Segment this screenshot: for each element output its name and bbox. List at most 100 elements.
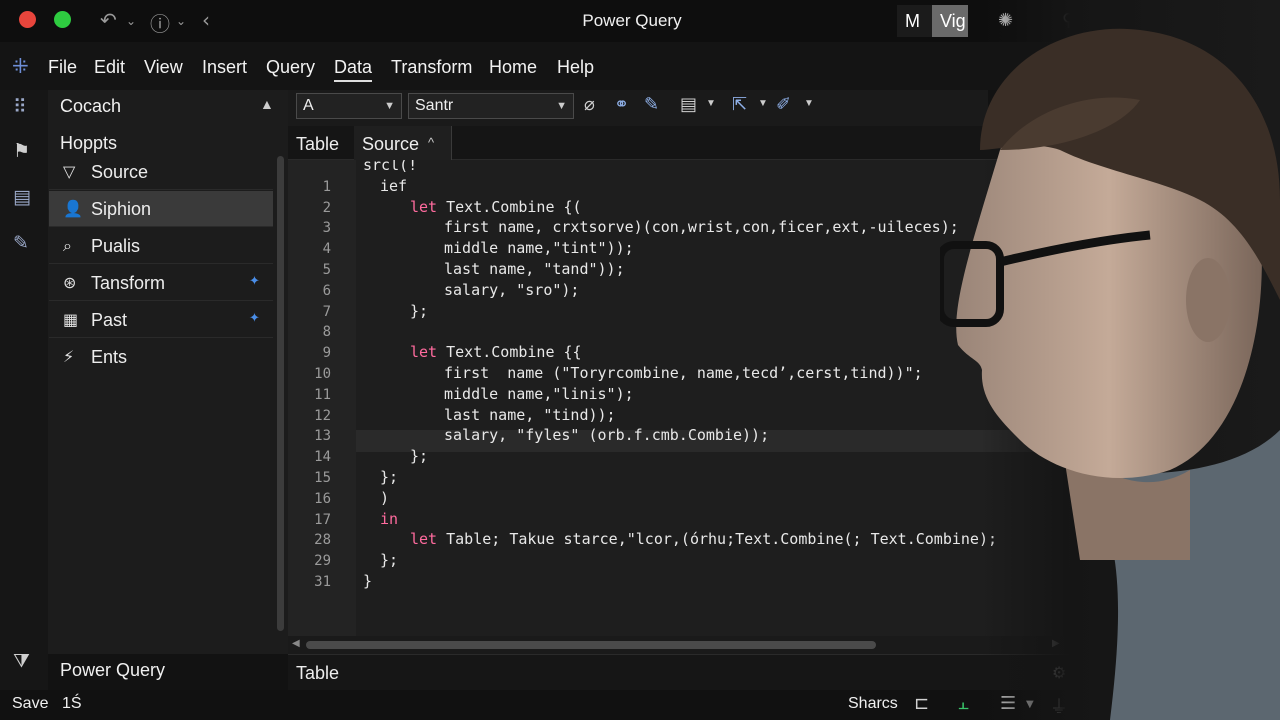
- code-keyword: in: [380, 509, 399, 528]
- line-number: 4: [322, 241, 331, 258]
- chevron-down-icon[interactable]: ▼: [706, 98, 716, 109]
- chevron-down-icon[interactable]: ▼: [804, 98, 814, 109]
- line-number: 10: [314, 366, 331, 382]
- code-text: };: [410, 301, 429, 320]
- flag-icon[interactable]: ⚑: [13, 140, 30, 162]
- line-number: 17: [314, 511, 331, 528]
- app-grid-icon[interactable]: ⁜: [12, 54, 29, 78]
- menu-transform[interactable]: Transform: [391, 57, 472, 78]
- menu-query[interactable]: Query: [266, 57, 315, 78]
- tab-table-results[interactable]: Table: [296, 663, 339, 684]
- mode-m-button[interactable]: M: [897, 5, 932, 37]
- layout-icon[interactable]: ▤: [13, 186, 31, 208]
- collapse-caret-icon[interactable]: ▲: [260, 96, 274, 112]
- list-item-tansform[interactable]: ⊛ Tansform ✦: [49, 265, 273, 301]
- code-text: first name ("Toryrcombine, name,tecd’,ce…: [444, 364, 923, 382]
- share-button[interactable]: Sharcs: [848, 695, 898, 713]
- scroll-left-icon[interactable]: ◀: [292, 638, 300, 649]
- tab-table[interactable]: Table: [288, 126, 352, 160]
- chevron-down-icon: ▼: [556, 100, 567, 112]
- code-line: };: [380, 468, 398, 486]
- line-number: 29: [314, 553, 331, 570]
- code-line: middle name,"tint"));: [444, 239, 634, 257]
- item-label: Past: [91, 310, 128, 330]
- item-label: Siphion: [91, 199, 152, 219]
- code-line: srcl(!: [363, 160, 417, 174]
- menu-home[interactable]: Home: [489, 57, 537, 78]
- font-select-value: A: [303, 97, 314, 114]
- menu-help[interactable]: Help: [557, 57, 594, 78]
- line-number: 28: [314, 532, 331, 549]
- menu-file[interactable]: File: [48, 57, 77, 78]
- code-line: };: [410, 447, 428, 465]
- scroll-thumb[interactable]: [306, 641, 876, 649]
- tab-collapse-icon[interactable]: ^: [428, 135, 434, 150]
- save-button[interactable]: Save: [12, 695, 48, 713]
- status-count: 1Ś: [62, 695, 82, 712]
- code-keyword: let: [410, 197, 438, 216]
- person-photo-overlay: [940, 0, 1280, 720]
- menu-insert[interactable]: Insert: [202, 57, 247, 78]
- code-line: salary, "sro");: [444, 281, 579, 299]
- line-number: 14: [314, 449, 331, 466]
- style-select[interactable]: Santr ▼: [408, 93, 574, 119]
- filter-icon: ▽: [63, 162, 76, 181]
- code-line: let Table; Takue starce,"lcor,(órhu;Text…: [410, 530, 997, 548]
- code-text: };: [410, 447, 429, 466]
- eraser-icon[interactable]: ⌀: [584, 94, 595, 115]
- code-text: srcl(!: [363, 160, 418, 174]
- code-line: ): [380, 489, 389, 507]
- menu-view[interactable]: View: [144, 57, 183, 78]
- pin-icon[interactable]: ✦: [249, 311, 260, 326]
- brush-icon[interactable]: ✎: [13, 232, 29, 254]
- transform-icon: ⊛: [63, 273, 77, 292]
- line-number: 2: [322, 199, 331, 216]
- item-label: Pualis: [91, 236, 141, 256]
- queries-panel: Cocach ▲ Hoppts ▽ Source 👤 Siphion ⌕ Pua…: [48, 90, 288, 680]
- panel-header: Cocach: [60, 96, 122, 116]
- pin-icon[interactable]: ✦: [249, 274, 260, 289]
- menu-data[interactable]: Data: [334, 57, 373, 82]
- code-line: last name, "tind));: [444, 406, 616, 424]
- document-icon[interactable]: ▤: [680, 94, 697, 115]
- person-illustration: [940, 0, 1280, 720]
- code-line: let Text.Combine {{: [410, 343, 582, 361]
- code-text: salary, "sro");: [444, 280, 580, 299]
- line-number: 5: [322, 262, 331, 278]
- panel-footer: Power Query: [60, 660, 166, 680]
- link-icon[interactable]: ⚭: [614, 94, 629, 115]
- style-select-value: Santr: [415, 97, 454, 114]
- line-number: 8: [322, 324, 331, 341]
- code-text: last name, "tand"));: [444, 260, 625, 278]
- line-number: 31: [314, 574, 331, 590]
- font-select[interactable]: A ▼: [296, 93, 402, 119]
- code-line: in: [380, 510, 398, 528]
- tab-source[interactable]: Source: [354, 126, 452, 160]
- code-line: first name, crxtsorve)(con,wrist,con,fic…: [444, 218, 959, 236]
- list-item-source[interactable]: ▽ Source: [49, 154, 273, 190]
- list-item-siphion[interactable]: 👤 Siphion: [49, 191, 273, 227]
- marker-icon[interactable]: ✐: [776, 94, 791, 115]
- item-label: Ents: [91, 347, 128, 367]
- menu-edit[interactable]: Edit: [94, 57, 125, 78]
- collapse-panel-icon[interactable]: ⧩: [13, 650, 30, 672]
- line-number: 16: [314, 490, 331, 507]
- code-line: first name ("Toryrcombine, name,tecd’,ce…: [444, 364, 923, 382]
- code-text: middle name,"linis");: [444, 384, 634, 403]
- code-text: ief: [380, 176, 408, 195]
- list-item-ents[interactable]: ⚡ Ents: [49, 339, 273, 375]
- list-item-past[interactable]: ▦ Past ✦: [49, 302, 273, 338]
- cursor-icon[interactable]: ⇱: [732, 94, 747, 115]
- line-number: 1: [322, 178, 331, 195]
- code-keyword: let: [410, 530, 438, 549]
- line-number: 11: [314, 386, 331, 403]
- grid-dots-icon[interactable]: ⠿: [13, 96, 27, 118]
- code-line: };: [410, 302, 428, 320]
- layout-view-icon[interactable]: ⊏: [914, 693, 929, 714]
- pencil-icon[interactable]: ✎: [644, 94, 659, 115]
- code-text: first name, crxtsorve)(con,wrist,con,fic…: [444, 218, 959, 237]
- panel-scrollbar[interactable]: [277, 156, 284, 631]
- chevron-down-icon[interactable]: ▼: [758, 98, 768, 109]
- list-item-pualis[interactable]: ⌕ Pualis: [49, 228, 273, 264]
- code-text: middle name,"tint"));: [444, 239, 634, 258]
